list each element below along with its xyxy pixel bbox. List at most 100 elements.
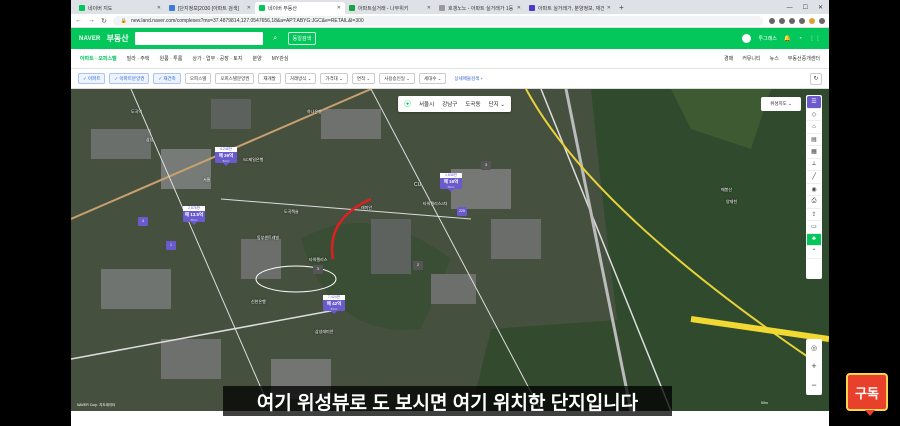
place-label[interactable]: 동부센트레빌 xyxy=(257,235,279,241)
layer-icon[interactable]: ◇ xyxy=(807,109,821,121)
school-icon[interactable]: ⌂ xyxy=(807,121,821,134)
bookmark-icon[interactable] xyxy=(779,17,785,24)
filter-chip[interactable]: 오피스텔분양권 xyxy=(215,73,255,84)
close-icon[interactable]: ✕ xyxy=(427,5,431,11)
puzzle-icon[interactable] xyxy=(799,17,805,24)
filter-chip[interactable]: 오피스텔 xyxy=(184,73,212,84)
close-icon[interactable]: ✕ xyxy=(517,5,521,11)
location-dong[interactable]: 도곡동 xyxy=(465,100,480,108)
measure-icon[interactable]: ⟂ xyxy=(807,159,821,171)
widget-icon[interactable]: ◔ xyxy=(798,36,802,42)
maximize-icon[interactable]: ☐ xyxy=(803,2,808,14)
same-search-button[interactable]: 동일검색 xyxy=(287,32,317,45)
menu-link-community[interactable]: 커뮤니티 xyxy=(742,55,760,62)
complex-marker[interactable]: 2 xyxy=(413,261,423,270)
new-tab-button[interactable]: + xyxy=(615,2,628,14)
print-icon[interactable]: ⎙ xyxy=(807,196,821,209)
menu-item-commercial[interactable]: 상가 · 업무 · 공장 · 토지 xyxy=(192,55,242,62)
browser-tab[interactable]: 아파트 실거래가, 분양정보, 재건 ✕ xyxy=(525,2,615,14)
place-label[interactable]: SC제일은행 xyxy=(243,157,263,163)
close-icon[interactable]: ✕ xyxy=(247,5,251,11)
place-label[interactable]: 삼성 xyxy=(146,137,153,143)
place-label[interactable]: 도곡역 xyxy=(131,109,142,115)
filter-chip[interactable]: ✓ 아파트 xyxy=(78,73,106,84)
share-icon[interactable] xyxy=(769,17,775,24)
my-location-icon[interactable]: ◎ xyxy=(811,344,817,352)
back-icon[interactable]: ← xyxy=(75,17,82,24)
filter-dropdown[interactable]: 세대수 ⌄ xyxy=(418,73,447,84)
filter-chip[interactable]: ✓ 아파트분양권 xyxy=(109,73,150,84)
place-label[interactable]: 타워팰리스 xyxy=(309,257,327,263)
bell-icon[interactable]: 🔔 xyxy=(784,35,791,42)
service-title[interactable]: 부동산 xyxy=(107,33,129,44)
place-label[interactable]: 도곡렉슬 xyxy=(284,209,299,215)
subscribe-badge[interactable]: 구독 xyxy=(846,373,888,416)
menu-item-villa[interactable]: 빌라 · 주택 xyxy=(127,55,150,62)
browser-tab[interactable]: [단지정보]2030 [아파트 검색] ✕ xyxy=(165,2,255,14)
close-icon[interactable]: ✕ xyxy=(607,5,611,11)
profile-icon[interactable] xyxy=(809,17,815,24)
filter-chip[interactable]: ✓ 재건축 xyxy=(153,73,181,84)
zoom-in-icon[interactable]: + xyxy=(811,361,816,371)
subway-icon[interactable]: ▤ xyxy=(807,134,821,146)
naver-logo[interactable]: NAVER xyxy=(79,36,101,42)
green-layer-icon[interactable]: ♣ xyxy=(807,233,821,246)
price-marker[interactable]: 1,838만 매 16억 59m² xyxy=(440,173,462,192)
menu-link-news[interactable]: 뉴스 xyxy=(770,55,779,62)
browser-tab[interactable]: 호갱노노 - 아파트 실거래가 1등 ✕ xyxy=(435,2,525,14)
menu-item-presale[interactable]: 분양 xyxy=(253,55,262,62)
filter-dropdown[interactable]: 거래방식 ⌄ xyxy=(284,73,317,84)
apps-grid-icon[interactable]: ⋮⋮ xyxy=(809,35,821,42)
share-map-icon[interactable]: ⇪ xyxy=(807,209,821,221)
minimize-icon[interactable]: — xyxy=(787,2,793,14)
price-marker[interactable]: 2,576만 매 13.5억 59m² xyxy=(183,206,205,225)
close-window-icon[interactable]: ✕ xyxy=(818,2,823,14)
collapse-icon[interactable]: ⌃ xyxy=(807,246,821,259)
location-city[interactable]: 서울시 xyxy=(419,100,434,108)
reload-icon[interactable]: ↻ xyxy=(101,17,107,25)
filter-dropdown[interactable]: 가격대 ⌄ xyxy=(320,73,348,84)
filter-dropdown[interactable]: 사용승인일 ⌄ xyxy=(379,73,415,84)
complex-marker[interactable]: 1 xyxy=(166,241,176,250)
price-marker[interactable]: 4,248만 매 26억 84m² xyxy=(215,147,237,166)
menu-link-auction[interactable]: 경매 xyxy=(724,55,733,62)
place-label[interactable]: 래미안 xyxy=(361,205,372,211)
search-input[interactable] xyxy=(134,32,263,45)
detail-search-link[interactable]: 상세매물검색 + xyxy=(450,73,487,84)
forward-icon[interactable]: → xyxy=(88,17,95,24)
location-complex[interactable]: 단지 ⌄ xyxy=(489,100,505,108)
place-label[interactable]: 서울 xyxy=(203,177,210,183)
place-label[interactable]: 매봉산 xyxy=(721,187,732,193)
complex-marker[interactable]: 225 xyxy=(457,207,467,216)
place-label[interactable]: 신한은행 xyxy=(251,299,266,305)
browser-tab[interactable]: 아파트실거래 - 나무위키 ✕ xyxy=(345,2,435,14)
complex-marker[interactable]: 3 xyxy=(481,161,491,170)
place-label[interactable]: 양재천 xyxy=(726,199,737,205)
url-field[interactable]: 🔒 new.land.naver.com/complexes?ms=37.4879… xyxy=(112,15,763,26)
close-icon[interactable]: ✕ xyxy=(157,5,161,11)
price-marker[interactable]: 7,424만 매 42억 84m² xyxy=(323,295,345,314)
map-view-select[interactable]: 위성지도 ⌄ xyxy=(761,97,801,111)
menu-item-my[interactable]: MY관심 xyxy=(272,55,289,62)
complex-marker[interactable]: 3 xyxy=(313,265,323,274)
close-icon[interactable]: ✕ xyxy=(337,5,341,11)
development-icon[interactable]: ▦ xyxy=(807,146,821,159)
menu-link-agent-center[interactable]: 부동산중개센터 xyxy=(788,55,820,62)
menu-dots-icon[interactable] xyxy=(819,17,825,24)
browser-tab[interactable]: 네이버 지도 ✕ xyxy=(75,2,165,14)
zoom-out-icon[interactable]: − xyxy=(811,380,816,390)
cu-store-label[interactable]: CU xyxy=(414,182,421,188)
extension-icon[interactable] xyxy=(789,17,795,24)
place-label[interactable]: 삼성래미안 xyxy=(315,329,333,335)
place-label[interactable]: 하나은행 xyxy=(307,109,322,115)
browser-tab-active[interactable]: 네이버 부동산 ✕ xyxy=(255,2,345,14)
ruler-icon[interactable]: ╱ xyxy=(807,171,821,184)
search-icon[interactable]: ⌕ xyxy=(269,32,282,45)
avatar[interactable] xyxy=(742,34,752,43)
menu-item-apartment[interactable]: 아파트 · 오피스텔 xyxy=(80,55,117,62)
list-icon[interactable]: ☰ xyxy=(807,96,821,109)
menu-item-oneroom[interactable]: 원룸 · 투룸 xyxy=(160,55,183,62)
location-district[interactable]: 강남구 xyxy=(442,100,457,108)
filter-chip[interactable]: 재개발 xyxy=(258,73,281,84)
refresh-icon[interactable]: ↻ xyxy=(810,72,822,85)
